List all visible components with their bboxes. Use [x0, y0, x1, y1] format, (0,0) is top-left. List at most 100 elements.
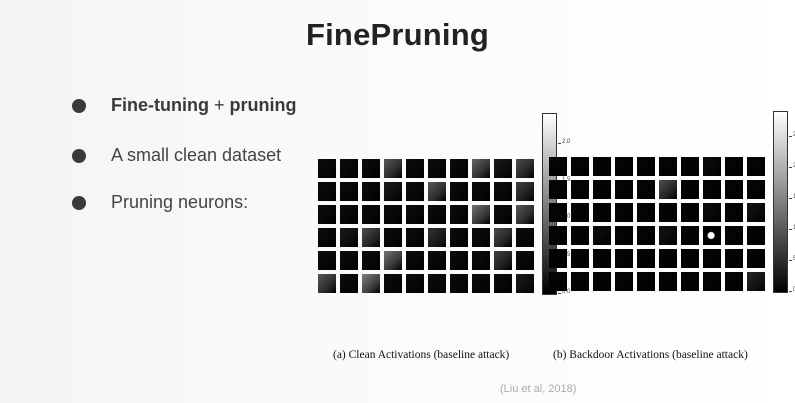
- activation-cell: [340, 274, 358, 293]
- bullet-item-pruning-neurons: Pruning neurons:: [72, 192, 248, 213]
- caption-backdoor-activations: (b) Backdoor Activations (baseline attac…: [553, 349, 748, 361]
- activation-cell: [681, 203, 699, 222]
- activation-cell: [362, 182, 380, 201]
- activation-cell: [318, 228, 336, 247]
- activation-cell: [428, 251, 446, 270]
- activation-cell: [681, 226, 699, 245]
- activation-cell: [593, 272, 611, 291]
- activation-cell: [747, 157, 765, 176]
- activation-cell: [318, 205, 336, 224]
- activation-cell: [703, 249, 721, 268]
- activation-cell: [593, 157, 611, 176]
- activation-cell: [384, 182, 402, 201]
- bullet-item-finetuning: Fine-tuning + pruning: [72, 95, 296, 116]
- activation-cell: [725, 249, 743, 268]
- activation-cell: [681, 249, 699, 268]
- caption-clean-activations: (a) Clean Activations (baseline attack): [333, 349, 510, 361]
- activation-cell: [703, 226, 721, 245]
- activation-cell: [747, 249, 765, 268]
- activation-cell: [571, 180, 589, 199]
- activation-cell: [428, 182, 446, 201]
- activation-cell: [725, 157, 743, 176]
- activation-cell: [615, 157, 633, 176]
- activation-cell: [406, 228, 424, 247]
- activation-cell: [659, 157, 677, 176]
- activation-cell: [593, 203, 611, 222]
- activation-cell: [747, 272, 765, 291]
- activation-cell: [549, 249, 567, 268]
- activation-cell: [494, 228, 512, 247]
- slide-title: FinePruning: [305, 17, 490, 52]
- bullet-pruning-text: pruning: [229, 95, 297, 115]
- activation-cell: [549, 226, 567, 245]
- activation-cell: [340, 205, 358, 224]
- activation-cell: [659, 249, 677, 268]
- colorbar-tick-label: 2.0: [557, 139, 571, 145]
- activation-cell: [318, 251, 336, 270]
- activation-cell: [450, 274, 468, 293]
- activation-cell: [659, 272, 677, 291]
- activation-cell: [549, 180, 567, 199]
- activation-cell: [362, 205, 380, 224]
- activation-cell: [637, 272, 655, 291]
- activation-cell: [615, 203, 633, 222]
- activation-cell: [637, 226, 655, 245]
- activation-cell: [384, 205, 402, 224]
- activation-cell: [725, 226, 743, 245]
- activation-cell: [472, 159, 490, 178]
- activation-cell: [472, 205, 490, 224]
- activation-cell: [406, 159, 424, 178]
- activation-cell: [340, 182, 358, 201]
- activation-cell: [362, 159, 380, 178]
- activation-cell: [703, 180, 721, 199]
- activation-cell: [472, 182, 490, 201]
- activation-cell: [516, 182, 534, 201]
- activation-cell: [516, 159, 534, 178]
- activation-cell: [494, 182, 512, 201]
- activation-cell: [593, 180, 611, 199]
- activation-cell: [450, 159, 468, 178]
- activation-cell: [340, 251, 358, 270]
- activation-cell: [659, 180, 677, 199]
- activation-cell: [593, 226, 611, 245]
- activation-cell: [516, 228, 534, 247]
- activation-cell: [428, 274, 446, 293]
- activation-cell: [494, 159, 512, 178]
- activation-cell: [637, 180, 655, 199]
- activation-cell: [472, 251, 490, 270]
- activation-cell: [725, 203, 743, 222]
- activation-cell: [384, 251, 402, 270]
- activation-cell: [318, 274, 336, 293]
- activation-cell: [450, 205, 468, 224]
- activation-cell: [472, 228, 490, 247]
- activation-cell: [428, 159, 446, 178]
- activation-cell: [571, 272, 589, 291]
- activation-cell: [494, 274, 512, 293]
- activation-cell: [615, 226, 633, 245]
- bullet-pruning-neurons-text: Pruning neurons:: [111, 192, 249, 212]
- activation-cell: [681, 157, 699, 176]
- activation-cell: [516, 205, 534, 224]
- activation-cell: [406, 182, 424, 201]
- activation-cell: [725, 272, 743, 291]
- activation-cell: [362, 251, 380, 270]
- activation-cell: [615, 272, 633, 291]
- activation-cell: [593, 249, 611, 268]
- activation-cell: [516, 251, 534, 270]
- bullet-clean-dataset-text: A small clean dataset: [111, 145, 282, 165]
- activation-cell: [428, 205, 446, 224]
- activation-cell: [615, 180, 633, 199]
- activation-cell: [516, 274, 534, 293]
- activation-cell: [747, 226, 765, 245]
- activation-cell: [362, 274, 380, 293]
- activation-cell: [318, 182, 336, 201]
- activation-cell: [747, 180, 765, 199]
- activation-cell: [406, 274, 424, 293]
- activation-cell: [571, 226, 589, 245]
- activation-cell: [340, 159, 358, 178]
- activation-cell: [703, 272, 721, 291]
- activation-cell: [450, 251, 468, 270]
- bullet-dot-icon: [72, 148, 86, 163]
- activation-cell: [428, 228, 446, 247]
- activation-cell: [725, 180, 743, 199]
